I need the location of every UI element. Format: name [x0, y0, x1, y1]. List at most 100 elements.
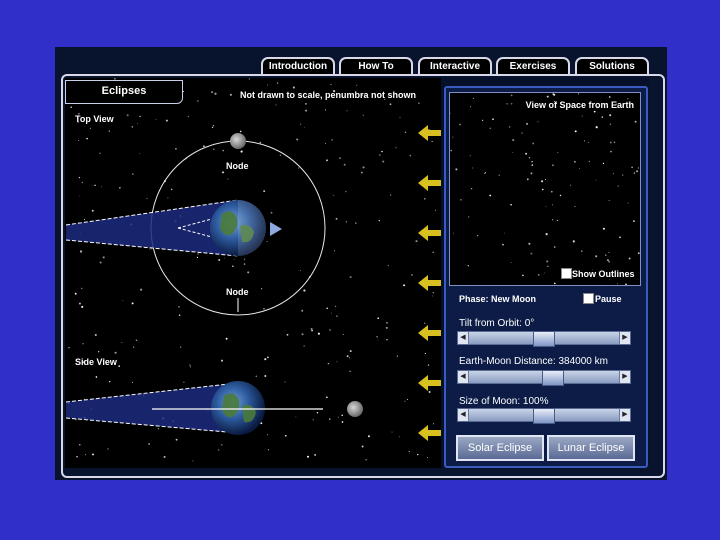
star: [386, 339, 388, 341]
star: [528, 242, 531, 245]
slider-right-arrow-icon[interactable]: ▶: [619, 332, 630, 344]
star: [551, 164, 554, 167]
star: [387, 265, 389, 267]
slider-right-arrow-icon[interactable]: ▶: [619, 371, 630, 383]
distance-slider-thumb[interactable]: [542, 370, 564, 386]
star: [178, 314, 181, 316]
star: [377, 317, 380, 320]
star: [131, 173, 134, 175]
star: [260, 422, 263, 425]
star: [310, 327, 313, 330]
star: [76, 455, 78, 458]
star: [197, 100, 199, 102]
tab-solutions[interactable]: Solutions: [575, 57, 649, 75]
star: [532, 142, 535, 145]
star: [139, 153, 140, 154]
star: [303, 289, 306, 292]
star: [335, 305, 337, 307]
slider-left-arrow-icon[interactable]: ◀: [458, 332, 469, 344]
lunar-eclipse-button[interactable]: Lunar Eclipse: [547, 435, 635, 461]
star: [553, 93, 556, 96]
star: [330, 83, 332, 86]
star: [333, 250, 336, 252]
star: [389, 103, 392, 106]
sunlight-arrows: [418, 125, 442, 441]
star: [264, 358, 267, 361]
star: [229, 93, 232, 96]
solar-eclipse-button[interactable]: Solar Eclipse: [456, 435, 544, 461]
star: [512, 152, 514, 153]
tilt-slider-label: Tilt from Orbit: 0°: [459, 318, 535, 329]
star: [341, 414, 343, 417]
star: [211, 126, 214, 129]
star: [510, 94, 513, 97]
star: [489, 127, 491, 130]
star: [588, 160, 590, 162]
star: [94, 333, 97, 337]
star: [481, 119, 484, 122]
moon-size-slider-thumb[interactable]: [533, 408, 555, 424]
top-view-title: Top View: [75, 114, 114, 124]
node-label-bottom: Node: [226, 287, 249, 297]
tilt-slider-thumb[interactable]: [533, 331, 555, 347]
star: [220, 359, 224, 362]
star: [378, 219, 381, 222]
distance-slider[interactable]: ◀ ▶: [457, 370, 631, 386]
star: [588, 141, 590, 143]
star: [83, 218, 86, 220]
star: [612, 173, 614, 175]
star: [553, 246, 556, 248]
star: [346, 110, 348, 112]
star: [355, 222, 357, 224]
scale-note: Not drawn to scale, penumbra not shown: [240, 90, 417, 100]
star: [510, 203, 512, 206]
star: [119, 187, 121, 189]
star: [637, 167, 639, 169]
star: [267, 84, 269, 86]
slider-left-arrow-icon[interactable]: ◀: [458, 371, 469, 383]
star: [79, 232, 82, 234]
star: [307, 455, 309, 458]
star: [574, 206, 576, 208]
star: [267, 356, 269, 359]
star: [131, 126, 134, 128]
tab-exercises[interactable]: Exercises: [496, 57, 570, 75]
show-outlines-checkbox[interactable]: [561, 268, 572, 279]
star: [521, 132, 523, 134]
star: [143, 394, 145, 397]
star: [404, 131, 407, 133]
star: [162, 417, 165, 420]
pause-checkbox[interactable]: [583, 293, 594, 304]
star: [541, 180, 544, 183]
moon-size-slider[interactable]: ◀ ▶: [457, 408, 631, 424]
star: [570, 184, 572, 186]
star: [172, 420, 175, 423]
tab-how-to[interactable]: How To: [339, 57, 413, 75]
star: [108, 130, 111, 132]
star: [381, 150, 383, 153]
show-outlines-label: Show Outlines: [572, 269, 635, 279]
star: [326, 307, 328, 309]
tab-introduction[interactable]: Introduction: [261, 57, 335, 75]
star: [317, 332, 320, 335]
star: [157, 427, 160, 430]
star: [81, 305, 84, 308]
tab-interactive[interactable]: Interactive: [418, 57, 492, 75]
star: [557, 152, 559, 154]
star: [135, 339, 138, 342]
star: [579, 167, 581, 169]
star: [185, 157, 187, 160]
tilt-slider[interactable]: ◀ ▶: [457, 331, 631, 347]
slider-right-arrow-icon[interactable]: ▶: [619, 409, 630, 421]
star: [250, 248, 252, 250]
star: [528, 156, 531, 159]
star: [572, 240, 575, 243]
star: [450, 112, 451, 114]
star: [637, 252, 640, 255]
star: [155, 118, 157, 120]
simulation-area: [65, 78, 441, 468]
space-view-window: View of Space from Earth Show Outlines: [449, 92, 641, 286]
star: [296, 138, 299, 141]
star: [602, 162, 605, 165]
slider-left-arrow-icon[interactable]: ◀: [458, 409, 469, 421]
